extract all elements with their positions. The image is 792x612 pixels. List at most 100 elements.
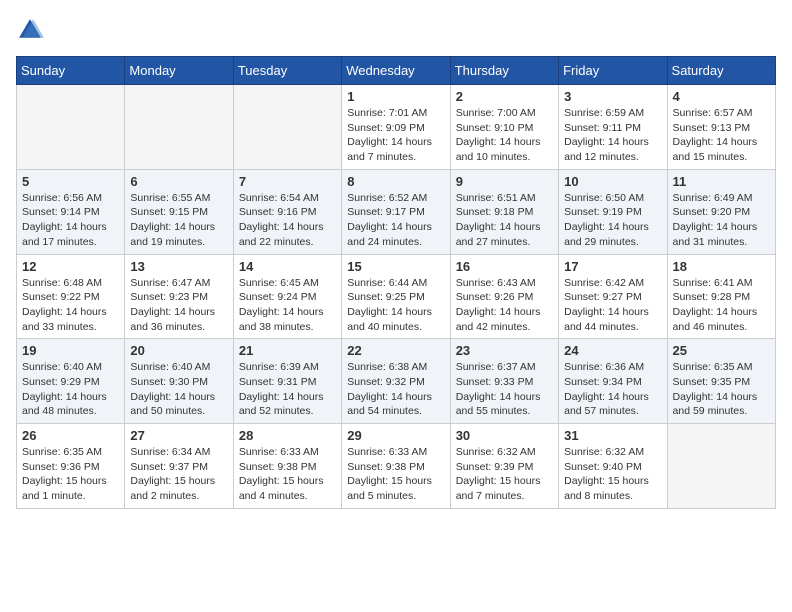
day-info: Sunrise: 6:33 AMSunset: 9:38 PMDaylight:… [347, 445, 444, 504]
day-number: 24 [564, 343, 661, 358]
day-info: Sunrise: 6:34 AMSunset: 9:37 PMDaylight:… [130, 445, 227, 504]
calendar-cell: 14 Sunrise: 6:45 AMSunset: 9:24 PMDayligh… [233, 254, 341, 339]
day-info: Sunrise: 6:48 AMSunset: 9:22 PMDaylight:… [22, 276, 119, 335]
calendar-cell: 23 Sunrise: 6:37 AMSunset: 9:33 PMDayligh… [450, 339, 558, 424]
day-info: Sunrise: 6:44 AMSunset: 9:25 PMDaylight:… [347, 276, 444, 335]
day-number: 20 [130, 343, 227, 358]
day-number: 22 [347, 343, 444, 358]
calendar-cell: 10Sunrise: 6:50 AMSunset: 9:19 PMDayligh… [559, 169, 667, 254]
calendar-cell: 30 Sunrise: 6:32 AMSunset: 9:39 PMDayligh… [450, 424, 558, 509]
day-number: 21 [239, 343, 336, 358]
day-info: Sunrise: 6:56 AMSunset: 9:14 PMDaylight:… [22, 191, 119, 250]
day-info: Sunrise: 6:45 AMSunset: 9:24 PMDaylight:… [239, 276, 336, 335]
calendar-cell: 4 Sunrise: 6:57 AMSunset: 9:13 PMDaylight… [667, 85, 775, 170]
day-number: 15 [347, 259, 444, 274]
day-number: 6 [130, 174, 227, 189]
calendar-cell: 18 Sunrise: 6:41 AMSunset: 9:28 PMDayligh… [667, 254, 775, 339]
calendar-week-row: 12 Sunrise: 6:48 AMSunset: 9:22 PMDayligh… [17, 254, 776, 339]
calendar-cell [17, 85, 125, 170]
day-info: Sunrise: 6:47 AMSunset: 9:23 PMDaylight:… [130, 276, 227, 335]
day-number: 14 [239, 259, 336, 274]
day-info: Sunrise: 6:55 AMSunset: 9:15 PMDaylight:… [130, 191, 227, 250]
calendar-cell: 2 Sunrise: 7:00 AMSunset: 9:10 PMDaylight… [450, 85, 558, 170]
day-number: 8 [347, 174, 444, 189]
calendar-cell: 27 Sunrise: 6:34 AMSunset: 9:37 PMDayligh… [125, 424, 233, 509]
calendar-cell [667, 424, 775, 509]
day-info: Sunrise: 6:32 AMSunset: 9:39 PMDaylight:… [456, 445, 553, 504]
calendar-week-row: 5 Sunrise: 6:56 AMSunset: 9:14 PMDaylight… [17, 169, 776, 254]
calendar-cell: 26 Sunrise: 6:35 AMSunset: 9:36 PMDayligh… [17, 424, 125, 509]
day-info: Sunrise: 6:33 AMSunset: 9:38 PMDaylight:… [239, 445, 336, 504]
calendar-cell [233, 85, 341, 170]
weekday-header-monday: Monday [125, 57, 233, 85]
day-info: Sunrise: 6:51 AMSunset: 9:18 PMDaylight:… [456, 191, 553, 250]
calendar-cell: 8 Sunrise: 6:52 AMSunset: 9:17 PMDaylight… [342, 169, 450, 254]
day-info: Sunrise: 7:00 AMSunset: 9:10 PMDaylight:… [456, 106, 553, 165]
calendar-cell: 21 Sunrise: 6:39 AMSunset: 9:31 PMDayligh… [233, 339, 341, 424]
day-number: 16 [456, 259, 553, 274]
day-number: 27 [130, 428, 227, 443]
day-number: 30 [456, 428, 553, 443]
day-info: Sunrise: 6:40 AMSunset: 9:30 PMDaylight:… [130, 360, 227, 419]
day-number: 26 [22, 428, 119, 443]
day-info: Sunrise: 6:38 AMSunset: 9:32 PMDaylight:… [347, 360, 444, 419]
day-number: 10 [564, 174, 661, 189]
day-info: Sunrise: 6:36 AMSunset: 9:34 PMDaylight:… [564, 360, 661, 419]
day-number: 28 [239, 428, 336, 443]
day-number: 9 [456, 174, 553, 189]
weekday-header-sunday: Sunday [17, 57, 125, 85]
weekday-header-thursday: Thursday [450, 57, 558, 85]
day-number: 29 [347, 428, 444, 443]
weekday-header-tuesday: Tuesday [233, 57, 341, 85]
calendar-cell: 17Sunrise: 6:42 AMSunset: 9:27 PMDayligh… [559, 254, 667, 339]
calendar-cell: 7 Sunrise: 6:54 AMSunset: 9:16 PMDaylight… [233, 169, 341, 254]
calendar-cell: 12 Sunrise: 6:48 AMSunset: 9:22 PMDayligh… [17, 254, 125, 339]
weekday-header-saturday: Saturday [667, 57, 775, 85]
day-info: Sunrise: 6:54 AMSunset: 9:16 PMDaylight:… [239, 191, 336, 250]
day-number: 31 [564, 428, 661, 443]
weekday-header-row: SundayMondayTuesdayWednesdayThursdayFrid… [17, 57, 776, 85]
calendar-cell: 1 Sunrise: 7:01 AMSunset: 9:09 PMDaylight… [342, 85, 450, 170]
day-info: Sunrise: 7:01 AMSunset: 9:09 PMDaylight:… [347, 106, 444, 165]
calendar-cell: 20 Sunrise: 6:40 AMSunset: 9:30 PMDayligh… [125, 339, 233, 424]
day-info: Sunrise: 6:37 AMSunset: 9:33 PMDaylight:… [456, 360, 553, 419]
day-info: Sunrise: 6:35 AMSunset: 9:35 PMDaylight:… [673, 360, 770, 419]
weekday-header-wednesday: Wednesday [342, 57, 450, 85]
calendar-cell: 25Sunrise: 6:35 AMSunset: 9:35 PMDayligh… [667, 339, 775, 424]
day-number: 23 [456, 343, 553, 358]
day-info: Sunrise: 6:40 AMSunset: 9:29 PMDaylight:… [22, 360, 119, 419]
day-info: Sunrise: 6:57 AMSunset: 9:13 PMDaylight:… [673, 106, 770, 165]
day-number: 19 [22, 343, 119, 358]
calendar-cell: 6 Sunrise: 6:55 AMSunset: 9:15 PMDaylight… [125, 169, 233, 254]
day-info: Sunrise: 6:41 AMSunset: 9:28 PMDaylight:… [673, 276, 770, 335]
calendar-cell: 31 Sunrise: 6:32 AMSunset: 9:40 PMDayligh… [559, 424, 667, 509]
page-header [16, 16, 776, 44]
calendar-cell: 3Sunrise: 6:59 AMSunset: 9:11 PMDaylight… [559, 85, 667, 170]
day-info: Sunrise: 6:42 AMSunset: 9:27 PMDaylight:… [564, 276, 661, 335]
day-number: 18 [673, 259, 770, 274]
day-info: Sunrise: 6:52 AMSunset: 9:17 PMDaylight:… [347, 191, 444, 250]
calendar-cell: 16Sunrise: 6:43 AMSunset: 9:26 PMDayligh… [450, 254, 558, 339]
calendar-cell: 11Sunrise: 6:49 AMSunset: 9:20 PMDayligh… [667, 169, 775, 254]
day-number: 1 [347, 89, 444, 104]
calendar-cell: 28 Sunrise: 6:33 AMSunset: 9:38 PMDayligh… [233, 424, 341, 509]
calendar-cell: 22 Sunrise: 6:38 AMSunset: 9:32 PMDayligh… [342, 339, 450, 424]
day-info: Sunrise: 6:32 AMSunset: 9:40 PMDaylight:… [564, 445, 661, 504]
calendar-week-row: 1 Sunrise: 7:01 AMSunset: 9:09 PMDaylight… [17, 85, 776, 170]
calendar-cell: 15 Sunrise: 6:44 AMSunset: 9:25 PMDayligh… [342, 254, 450, 339]
weekday-header-friday: Friday [559, 57, 667, 85]
calendar-cell: 5 Sunrise: 6:56 AMSunset: 9:14 PMDaylight… [17, 169, 125, 254]
calendar-cell: 29 Sunrise: 6:33 AMSunset: 9:38 PMDayligh… [342, 424, 450, 509]
logo-icon [16, 16, 44, 44]
day-number: 2 [456, 89, 553, 104]
calendar-cell [125, 85, 233, 170]
logo [16, 16, 48, 44]
calendar-cell: 9 Sunrise: 6:51 AMSunset: 9:18 PMDaylight… [450, 169, 558, 254]
day-number: 12 [22, 259, 119, 274]
day-number: 4 [673, 89, 770, 104]
day-number: 11 [673, 174, 770, 189]
day-info: Sunrise: 6:39 AMSunset: 9:31 PMDaylight:… [239, 360, 336, 419]
day-number: 5 [22, 174, 119, 189]
day-number: 7 [239, 174, 336, 189]
day-info: Sunrise: 6:35 AMSunset: 9:36 PMDaylight:… [22, 445, 119, 504]
